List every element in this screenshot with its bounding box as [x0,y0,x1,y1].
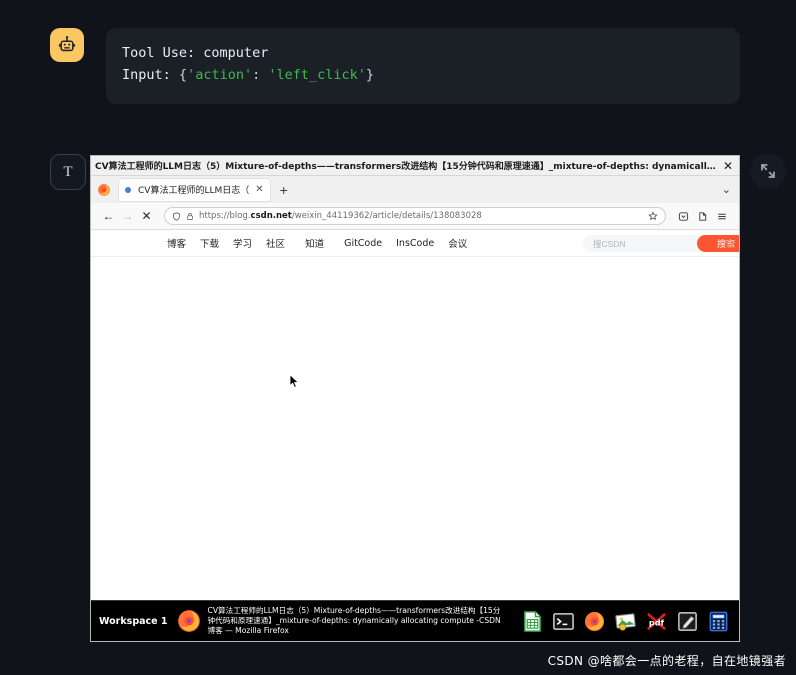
input-action-key: 'action' [187,67,253,83]
csdn-nav: 博客 下载 学习 社区 知道 GitCode InsCode 会议 [167,236,481,251]
back-button[interactable]: ← [99,207,118,226]
libreoffice-calc-icon[interactable] [519,608,546,635]
calculator-icon[interactable] [705,608,732,635]
csdn-nav-item-download[interactable]: 下载 [200,236,219,250]
hamburger-menu-icon[interactable] [712,207,731,226]
input-action-value: 'left_click' [268,67,366,83]
csdn-nav-item-community[interactable]: 社区 [266,236,285,250]
extensions-icon[interactable] [693,207,712,226]
input-colon: : [252,67,269,83]
avatar-letter: T [63,163,73,180]
tool-use-line: Tool Use: computer [122,42,724,64]
tab-close-button[interactable]: ✕ [255,184,263,195]
lock-icon[interactable] [186,212,194,221]
taskbar-window-button[interactable]: CV算法工程师的LLM日志（5）Mixture-of-depths——trans… [176,606,515,636]
tool-use-card: Tool Use: computer Input: {'action': 'le… [106,28,740,104]
image-viewer-icon[interactable] [612,608,639,635]
csdn-search: 搜CSDN 搜索 [583,235,739,252]
text-editor-icon[interactable] [674,608,701,635]
tool-result-avatar: T [50,154,86,190]
window-title: CV算法工程师的LLM日志（5）Mixture-of-depths——trans… [95,162,721,172]
csdn-nav-item-blog[interactable]: 博客 [167,236,186,250]
taskbar-window-title: CV算法工程师的LLM日志（5）Mixture-of-depths——trans… [207,606,501,635]
robot-icon [50,28,84,62]
expand-diagonal-icon[interactable] [750,153,786,189]
firefox-icon [98,183,110,196]
url-text: https://blog.csdn.net/weixin_44119362/ar… [199,211,482,221]
page-content-area[interactable] [91,257,739,591]
input-brace-close: } [365,67,375,83]
watermark-text: CSDN @啥都会一点的老程，自在地镜强者 [547,654,786,668]
shield-icon[interactable] [172,211,181,221]
firefox-icon[interactable] [581,608,608,635]
window-titlebar: CV算法工程师的LLM日志（5）Mixture-of-depths——trans… [91,156,739,176]
stop-loading-button[interactable]: ✕ [137,207,156,226]
star-icon[interactable] [648,211,658,221]
csdn-membership-link[interactable]: 会 [725,237,737,250]
mouse-cursor-icon [289,374,299,388]
tab-title: CV算法工程师的LLM日志（ [138,186,250,196]
forward-button[interactable]: → [118,207,137,226]
tool-input-line: Input: {'action': 'left_click'} [122,64,724,86]
desktop-taskbar: Workspace 1 CV算法工程师的LLM日志（5）Mixture-of-d… [91,600,739,641]
taskbar-tray: pdf [515,608,732,635]
assistant-message: Tool Use: computer Input: {'action': 'le… [50,28,740,104]
csdn-nav-item-meeting[interactable]: 会议 [448,236,467,250]
window-close-button[interactable]: ✕ [721,160,735,172]
terminal-icon[interactable] [550,608,577,635]
csdn-nav-item-inscode[interactable]: InsCode [396,238,434,249]
firefox-icon [177,610,200,632]
browser-screenshot: CV算法工程师的LLM日志（5）Mixture-of-depths——trans… [90,155,740,642]
csdn-search-input[interactable]: 搜CSDN [583,235,705,252]
workspace-label[interactable]: Workspace 1 [99,616,168,627]
tab-strip: CV算法工程师的LLM日志（ ✕ + ⌄ [91,176,739,203]
tool-input-label: Input: [122,67,171,83]
tab-favicon [125,186,131,193]
tool-use-label: Tool Use: [122,45,196,61]
browser-tab[interactable]: CV算法工程师的LLM日志（ ✕ [119,178,270,201]
new-tab-button[interactable]: + [280,183,288,197]
tool-use-value: computer [203,45,269,61]
pdf-viewer-icon[interactable]: pdf [643,608,670,635]
svg-text:pdf: pdf [649,617,665,627]
csdn-site-header: 博客 下载 学习 社区 知道 GitCode InsCode 会议 搜CSDN … [91,230,739,257]
url-bar[interactable]: https://blog.csdn.net/weixin_44119362/ar… [164,207,666,225]
csdn-nav-item-zhidao[interactable]: 知道 [305,236,324,250]
csdn-nav-item-learn[interactable]: 学习 [233,236,252,250]
tab-list-chevron-down-icon[interactable]: ⌄ [722,183,731,196]
input-brace-open: { [178,67,188,83]
browser-navigation-bar: ← → ✕ https://blog.csdn.net/weixin_44119… [91,203,739,230]
save-to-pocket-icon[interactable] [674,207,693,226]
csdn-nav-item-gitcode[interactable]: GitCode [344,238,382,249]
